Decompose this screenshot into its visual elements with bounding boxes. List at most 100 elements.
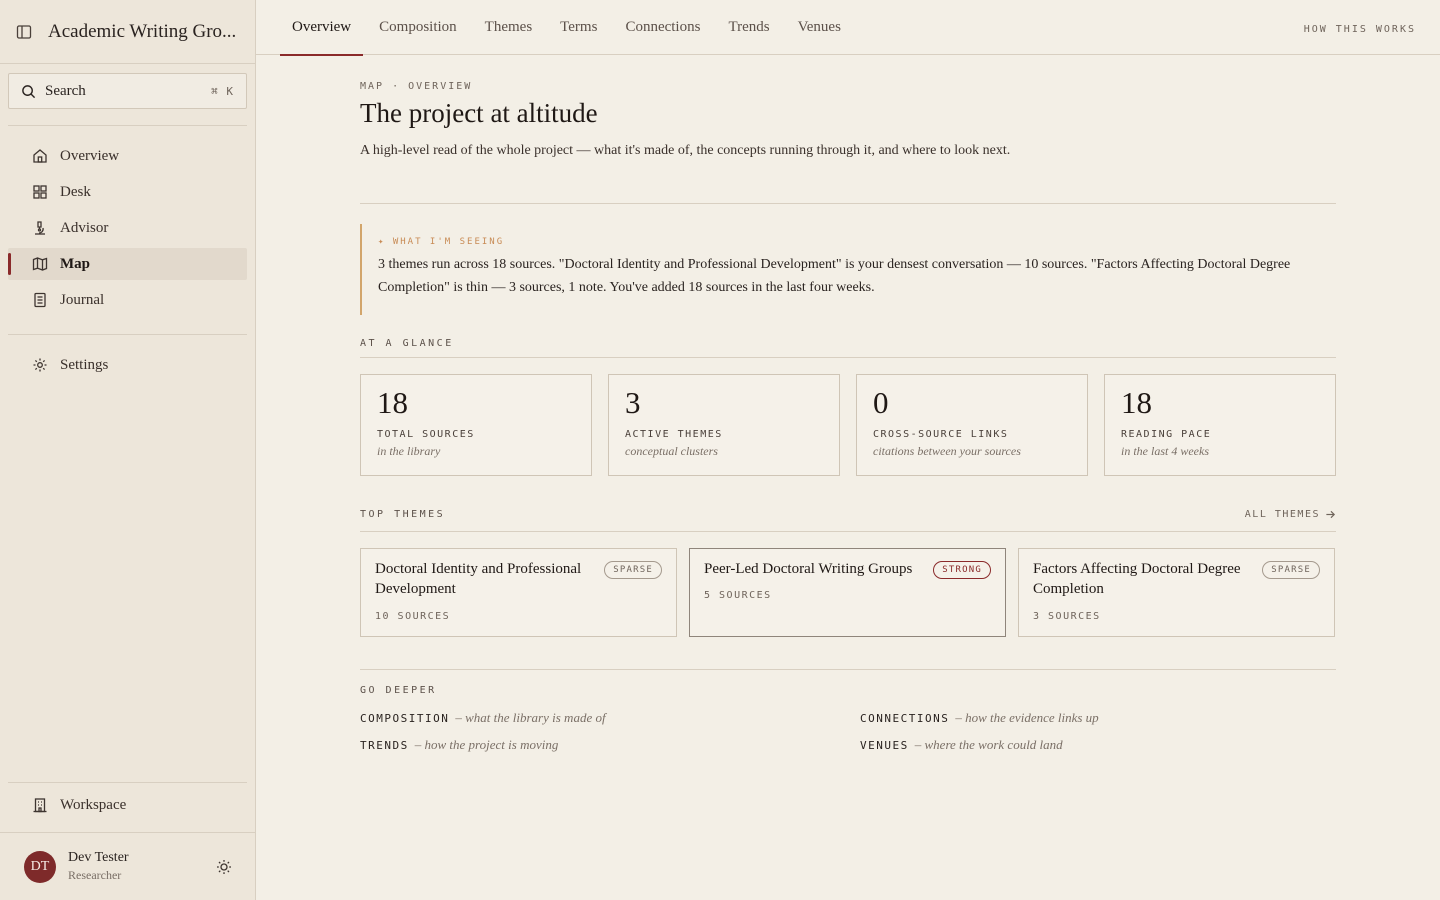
sidebar-item-label: Settings bbox=[60, 356, 109, 373]
sidebar-item-journal[interactable]: Journal bbox=[8, 284, 247, 316]
microscope-icon bbox=[35, 221, 45, 235]
search-label: Search bbox=[45, 82, 86, 99]
stat-card-cross-source-links[interactable]: 0 CROSS-SOURCE LINKS citations between y… bbox=[856, 374, 1088, 476]
top-nav: Overview Composition Themes Terms Connec… bbox=[256, 0, 1440, 56]
divider bbox=[360, 357, 1336, 358]
sidebar-divider bbox=[8, 782, 247, 783]
sidebar: Academic Writing Gro... Search ⌘ K Overv… bbox=[0, 0, 256, 900]
deeper-link-desc: – how the project is moving bbox=[414, 737, 559, 752]
main-content: MAP · OVERVIEW The project at altitude A… bbox=[360, 55, 1336, 752]
section-heading-go-deeper: GO DEEPER bbox=[360, 685, 437, 696]
deeper-link-composition[interactable]: COMPOSITION – what the library is made of bbox=[360, 710, 606, 726]
arrow-right-icon bbox=[1326, 510, 1336, 519]
stat-value: 18 bbox=[1121, 385, 1152, 420]
divider bbox=[360, 203, 1336, 204]
tab-trends[interactable]: Trends bbox=[716, 0, 781, 55]
stat-card-active-themes[interactable]: 3 ACTIVE THEMES conceptual clusters bbox=[608, 374, 840, 476]
app-title: Academic Writing Gro... bbox=[48, 20, 237, 42]
theme-card[interactable]: Factors Affecting Doctoral Degree Comple… bbox=[1018, 548, 1335, 637]
divider bbox=[360, 669, 1336, 670]
notebook-icon bbox=[34, 292, 46, 308]
sidebar-item-desk[interactable]: Desk bbox=[8, 176, 247, 208]
deeper-link-label: VENUES bbox=[860, 739, 909, 752]
tab-connections[interactable]: Connections bbox=[613, 0, 712, 55]
section-heading-glance: AT A GLANCE bbox=[360, 338, 454, 349]
tab-overview[interactable]: Overview bbox=[280, 0, 364, 56]
stat-label: TOTAL SOURCES bbox=[377, 429, 475, 440]
tab-composition[interactable]: Composition bbox=[367, 0, 469, 55]
theme-source-count: 5 SOURCES bbox=[704, 590, 772, 601]
breadcrumb: MAP · OVERVIEW bbox=[360, 81, 473, 92]
sidebar-item-label: Journal bbox=[60, 291, 105, 308]
deeper-link-venues[interactable]: VENUES – where the work could land bbox=[860, 737, 1063, 753]
go-deeper-section: GO DEEPER COMPOSITION – what the library … bbox=[360, 685, 1336, 752]
theme-name: Doctoral Identity and Professional Devel… bbox=[375, 561, 582, 597]
sidebar-nav-workspace: Workspace bbox=[8, 789, 247, 825]
deeper-link-desc: – what the library is made of bbox=[455, 710, 606, 725]
deeper-link-desc: – where the work could land bbox=[914, 737, 1063, 752]
sidebar-toggle-icon[interactable] bbox=[16, 24, 32, 40]
status-badge: STRONG bbox=[933, 561, 991, 579]
theme-card[interactable]: Doctoral Identity and Professional Devel… bbox=[360, 548, 677, 637]
page-description: A high-level read of the whole project —… bbox=[360, 143, 1011, 158]
deeper-link-trends[interactable]: TRENDS – how the project is moving bbox=[360, 737, 558, 753]
insight-tag: ✦ WHAT I'M SEEING bbox=[378, 237, 505, 247]
stat-value: 3 bbox=[625, 385, 641, 420]
user-info: Dev Tester Researcher bbox=[68, 850, 216, 883]
sidebar-nav-secondary: Settings bbox=[8, 349, 247, 385]
sidebar-item-advisor[interactable]: Advisor bbox=[8, 212, 247, 244]
tab-themes[interactable]: Themes bbox=[473, 0, 544, 55]
sidebar-divider bbox=[8, 125, 247, 126]
stat-card-reading-pace[interactable]: 18 READING PACE in the last 4 weeks bbox=[1104, 374, 1336, 476]
tab-venues[interactable]: Venues bbox=[786, 0, 853, 55]
home-icon bbox=[33, 149, 47, 163]
theme-name: Factors Affecting Doctoral Degree Comple… bbox=[1033, 561, 1241, 597]
building-icon bbox=[33, 798, 47, 813]
sidebar-header: Academic Writing Gro... bbox=[0, 0, 255, 64]
divider bbox=[360, 531, 1336, 532]
stat-sublabel: in the last 4 weeks bbox=[1121, 444, 1209, 458]
user-name: Dev Tester bbox=[68, 850, 129, 865]
deeper-link-label: COMPOSITION bbox=[360, 712, 450, 725]
tab-bar: Overview Composition Themes Terms Connec… bbox=[280, 0, 857, 56]
theme-name: Peer-Led Doctoral Writing Groups bbox=[704, 561, 913, 577]
sidebar-item-label: Advisor bbox=[60, 219, 109, 236]
section-heading-top-themes: TOP THEMES bbox=[360, 509, 446, 520]
page-title: The project at altitude bbox=[360, 98, 598, 128]
sidebar-item-label: Workspace bbox=[60, 796, 127, 813]
avatar: DT bbox=[24, 850, 56, 883]
sidebar-item-map[interactable]: Map bbox=[8, 248, 247, 280]
deeper-link-connections[interactable]: CONNECTIONS – how the evidence links up bbox=[860, 710, 1099, 726]
search-button[interactable]: Search ⌘ K bbox=[8, 73, 247, 109]
sidebar-item-overview[interactable]: Overview bbox=[8, 140, 247, 172]
user-profile[interactable]: DT Dev Tester Researcher bbox=[0, 832, 256, 900]
sun-icon[interactable] bbox=[216, 859, 232, 875]
how-this-works-link[interactable]: HOW THIS WORKS bbox=[1304, 24, 1416, 35]
stat-sublabel: conceptual clusters bbox=[625, 444, 718, 458]
sidebar-item-label: Desk bbox=[60, 183, 91, 200]
theme-source-count: 3 SOURCES bbox=[1033, 611, 1101, 622]
insight-text: 3 themes run across 18 sources. "Doctora… bbox=[378, 257, 1291, 295]
stats-row: 18 TOTAL SOURCES in the library 3 ACTIVE… bbox=[360, 374, 1336, 476]
grid-icon bbox=[33, 185, 47, 199]
sidebar-item-workspace[interactable]: Workspace bbox=[8, 789, 247, 821]
sidebar-item-settings[interactable]: Settings bbox=[8, 349, 247, 381]
stat-card-total-sources[interactable]: 18 TOTAL SOURCES in the library bbox=[360, 374, 592, 476]
deeper-link-label: CONNECTIONS bbox=[860, 712, 950, 725]
stat-sublabel: in the library bbox=[377, 444, 441, 458]
theme-card[interactable]: Peer-Led Doctoral Writing Groups STRONG … bbox=[689, 548, 1006, 637]
sidebar-nav: Overview Desk Advisor Map Journal bbox=[8, 140, 247, 320]
all-themes-link[interactable]: ALL THEMES bbox=[1245, 509, 1336, 520]
sidebar-divider bbox=[8, 334, 247, 335]
tab-terms[interactable]: Terms bbox=[548, 0, 609, 55]
sidebar-item-label: Map bbox=[60, 255, 90, 272]
stat-label: CROSS-SOURCE LINKS bbox=[873, 429, 1009, 440]
all-themes-label: ALL THEMES bbox=[1244, 509, 1320, 520]
stat-label: ACTIVE THEMES bbox=[625, 429, 723, 440]
status-badge: SPARSE bbox=[1262, 561, 1320, 579]
search-icon bbox=[22, 84, 36, 98]
stat-sublabel: citations between your sources bbox=[873, 444, 1021, 458]
status-badge: SPARSE bbox=[604, 561, 662, 579]
stat-value: 18 bbox=[377, 385, 408, 420]
theme-cards: Doctoral Identity and Professional Devel… bbox=[360, 548, 1335, 637]
